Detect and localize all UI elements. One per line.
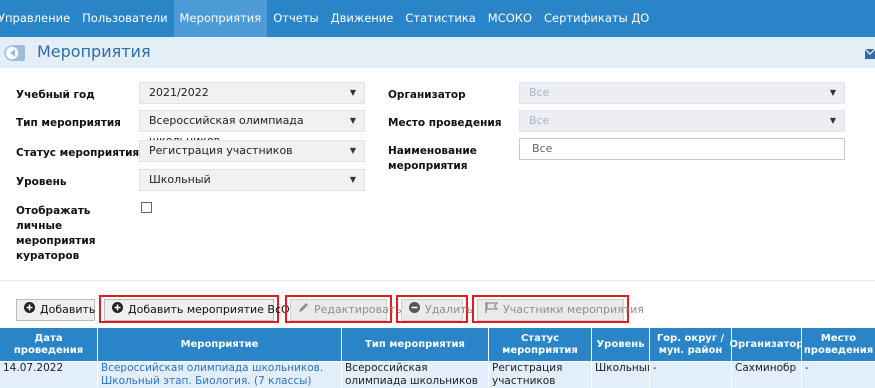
add-button-label: Добавить (40, 303, 96, 316)
venue-label: Место проведения (388, 117, 502, 129)
status-label: Статус мероприятия (16, 147, 140, 159)
add-button[interactable]: Добавить (16, 299, 95, 321)
table-cell-venue: - (802, 362, 875, 388)
nav-item-msoko[interactable]: МСОКО (482, 0, 538, 37)
event-name-label: Наименование мероприятия (388, 145, 477, 172)
page-header: Мероприятия (0, 37, 875, 68)
pencil-icon (298, 300, 309, 320)
edit-button[interactable]: Редактировать (290, 299, 402, 321)
level-label: Уровень (16, 176, 67, 188)
delete-button-label: Удалить (425, 303, 474, 316)
column-header-venue[interactable]: Место проведения (802, 328, 875, 361)
column-header-level[interactable]: Уровень (592, 328, 650, 361)
year-select[interactable]: 2021/2022 ▼ (139, 82, 365, 104)
level-select-value: Школьный (149, 173, 211, 186)
level-select[interactable]: Школьный ▼ (139, 169, 365, 191)
curator-events-label: Отображать личные мероприятия кураторов (16, 205, 96, 262)
column-header-organizer[interactable]: Организатор (730, 328, 803, 361)
status-select[interactable]: Регистрация участников ▼ (139, 140, 365, 162)
nav-item-users[interactable]: Пользователи (76, 0, 173, 37)
dropdown-arrow-icon: ▼ (349, 116, 356, 125)
minus-circle-icon (409, 300, 420, 320)
table-cell-district: - (650, 362, 732, 388)
edit-button-label: Редактировать (314, 303, 402, 316)
add-vsosh-button-label: Добавить мероприятие ВсОШ (128, 303, 302, 316)
nav-item-management[interactable]: Управление (0, 0, 76, 37)
event-name-input[interactable]: Все (519, 138, 845, 160)
table-cell-status: Регистрация участников (489, 362, 592, 388)
column-header-date[interactable]: Дата проведения (0, 328, 98, 361)
nav-item-statistics[interactable]: Статистика (399, 0, 481, 37)
table-cell-organizer: Сахминобр (732, 362, 802, 388)
table-cell-type: Всероссийская олимпиада школьников (342, 362, 489, 388)
year-select-value: 2021/2022 (149, 86, 209, 99)
event-type-label: Тип мероприятия (16, 117, 121, 129)
mail-icon[interactable] (864, 46, 875, 60)
curator-events-checkbox[interactable] (141, 202, 152, 213)
dropdown-arrow-icon: ▼ (349, 175, 356, 184)
table-cell-level: Школьный (592, 362, 650, 388)
venue-select[interactable]: Все ▼ (519, 110, 845, 132)
nav-item-reports[interactable]: Отчеты (267, 0, 324, 37)
dropdown-arrow-icon: ▼ (829, 116, 836, 125)
divider (0, 280, 875, 281)
nav-item-certificates[interactable]: Сертификаты ДО (538, 0, 655, 37)
plus-circle-icon (112, 300, 123, 320)
table-cell-date: 14.07.2022 (0, 362, 98, 388)
back-arrow-icon[interactable] (4, 44, 26, 62)
participants-button[interactable]: Участники мероприятия (477, 299, 644, 321)
event-type-select[interactable]: Всероссийская олимпиада школьников ▼ (139, 110, 365, 147)
dropdown-arrow-icon: ▼ (349, 146, 356, 155)
organizer-select[interactable]: Все ▼ (519, 82, 845, 104)
organizer-label: Организатор (388, 89, 466, 101)
top-navigation: Управление Пользователи Мероприятия Отче… (0, 0, 875, 37)
column-header-event[interactable]: Мероприятие (98, 328, 342, 361)
nav-item-events[interactable]: Мероприятия (173, 0, 268, 37)
column-header-district[interactable]: Гор. округ / мун. район (650, 328, 732, 361)
delete-button[interactable]: Удалить (401, 299, 473, 321)
flag-icon (485, 300, 499, 320)
dropdown-arrow-icon: ▼ (829, 88, 836, 97)
status-select-value: Регистрация участников (149, 144, 293, 157)
page-title: Мероприятия (37, 42, 151, 61)
table-cell-event-link[interactable]: Всероссийская олимпиада школьников. Школ… (98, 362, 342, 388)
year-label: Учебный год (16, 89, 95, 101)
add-vsosh-button[interactable]: Добавить мероприятие ВсОШ (104, 299, 301, 321)
dropdown-arrow-icon: ▼ (349, 88, 356, 97)
column-header-type[interactable]: Тип мероприятия (342, 328, 489, 361)
participants-button-label: Участники мероприятия (503, 303, 644, 316)
plus-circle-icon (24, 300, 35, 320)
column-header-status[interactable]: Статус мероприятия (489, 328, 592, 361)
nav-item-movement[interactable]: Движение (325, 0, 400, 37)
organizer-select-value: Все (529, 86, 550, 99)
venue-select-value: Все (529, 114, 550, 127)
